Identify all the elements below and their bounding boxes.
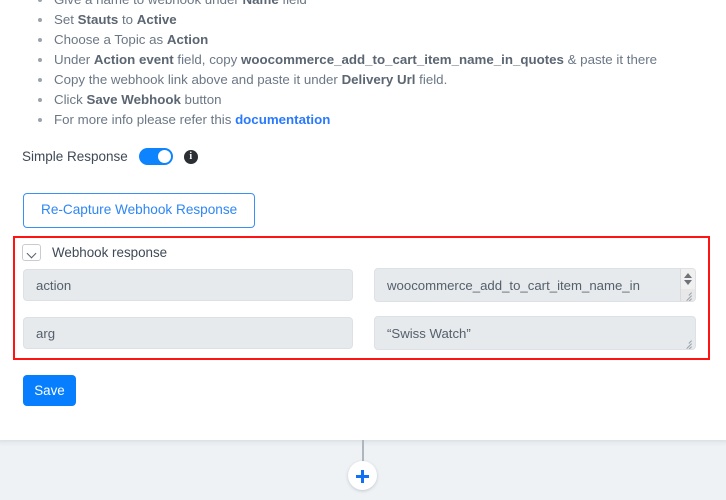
response-key-field-1[interactable]: arg (23, 317, 353, 349)
response-value-text-1: “Swiss Watch” (387, 325, 471, 341)
webhook-response-header: Webhook response (22, 244, 167, 261)
webhook-response-title: Webhook response (52, 245, 168, 260)
instruction-list: Give a name to webhook under Name field … (36, 0, 716, 130)
scroll-up-icon[interactable] (684, 273, 692, 278)
list-item: Give a name to webhook under Name field (36, 0, 716, 10)
response-value-text-0: woocommerce_add_to_cart_item_name_in (387, 277, 640, 293)
save-button[interactable]: Save (23, 375, 76, 406)
scrollbar-track[interactable] (681, 289, 695, 301)
list-item: Set Stauts to Active (36, 10, 716, 30)
response-value-field-1[interactable]: “Swiss Watch” (374, 316, 696, 350)
simple-response-toggle[interactable] (138, 148, 173, 165)
chevron-down-icon[interactable] (22, 244, 41, 261)
simple-response-label: Simple Response (22, 149, 128, 164)
list-item: Choose a Topic as Action (36, 30, 716, 50)
list-item: Copy the webhook link above and paste it… (36, 70, 716, 90)
list-item: Under Action event field, copy woocommer… (36, 50, 716, 70)
scroll-down-icon[interactable] (684, 280, 692, 285)
vertical-scrollbar[interactable] (680, 269, 695, 301)
response-key-field-0[interactable]: action (23, 269, 353, 301)
documentation-link[interactable]: documentation (235, 112, 330, 127)
simple-response-row: Simple Response i (22, 148, 198, 165)
response-value-field-0[interactable]: woocommerce_add_to_cart_item_name_in (374, 268, 696, 302)
add-step-button[interactable] (348, 461, 377, 490)
list-item: For more info please refer this document… (36, 110, 716, 130)
resize-handle-icon[interactable] (682, 337, 693, 349)
page-root: Give a name to webhook under Name field … (0, 0, 726, 500)
list-item: Click Save Webhook button (36, 90, 716, 110)
recapture-webhook-response-button[interactable]: Re-Capture Webhook Response (23, 193, 256, 228)
info-icon[interactable]: i (183, 149, 198, 164)
